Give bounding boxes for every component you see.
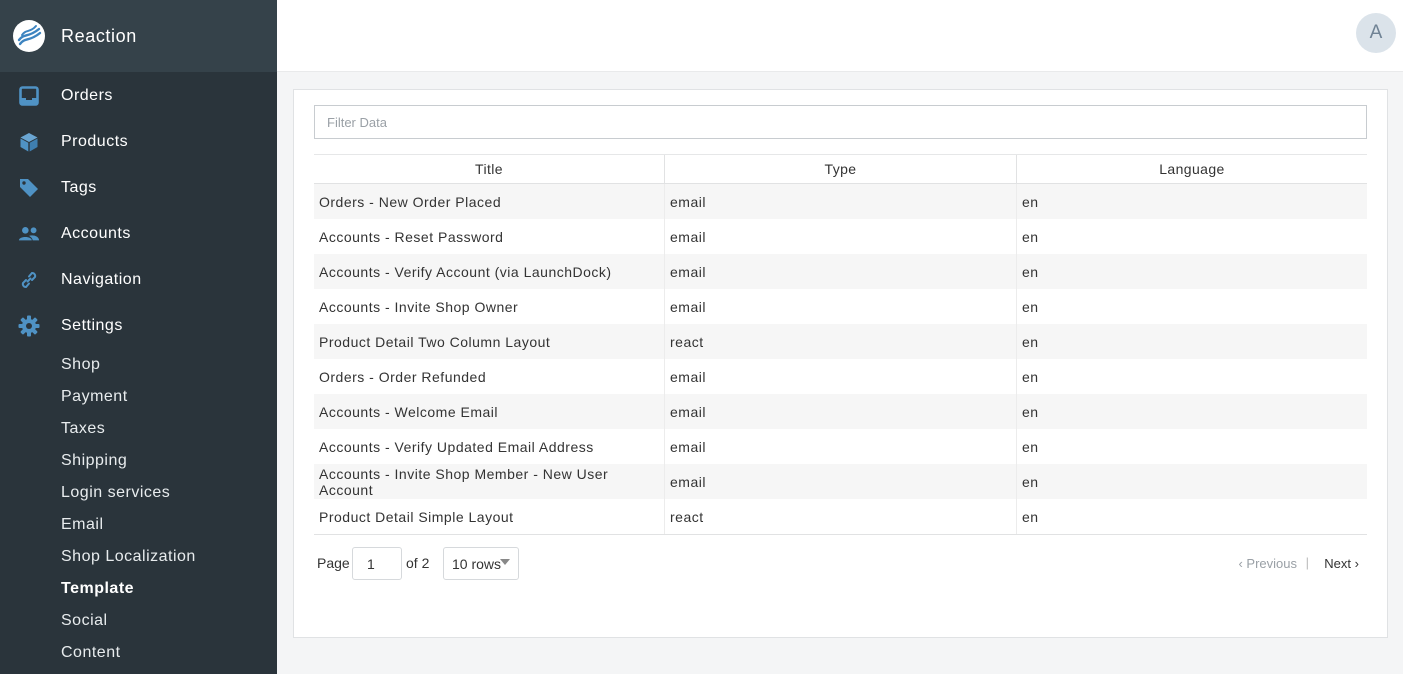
cell-language: en bbox=[1022, 368, 1039, 385]
cell-title: Accounts - Invite Shop Owner bbox=[314, 289, 665, 324]
settings-item-email[interactable]: Email bbox=[61, 516, 104, 534]
cell-type: email bbox=[665, 429, 1017, 464]
cell-title: Accounts - Verify Account (via LaunchDoc… bbox=[314, 254, 665, 289]
cell-title: Accounts - Verify Updated Email Address bbox=[314, 429, 665, 464]
sidebar-item-label: Orders bbox=[61, 87, 113, 104]
inbox-icon bbox=[18, 85, 40, 107]
cell-type: email bbox=[665, 394, 1017, 429]
cell-title: Product Detail Simple Layout bbox=[314, 499, 665, 534]
sidebar-item-label: Navigation bbox=[61, 271, 142, 288]
settings-item-social[interactable]: Social bbox=[61, 612, 108, 630]
table-row[interactable]: Orders - New Order Placed email en bbox=[314, 184, 1367, 219]
settings-item-shop[interactable]: Shop bbox=[61, 356, 100, 374]
settings-item-taxes[interactable]: Taxes bbox=[61, 420, 105, 438]
next-label: Next bbox=[1324, 556, 1352, 571]
gear-icon bbox=[18, 315, 40, 337]
rows-per-page-value: 10 rows bbox=[452, 555, 502, 572]
sidebar-item-label: Products bbox=[61, 133, 129, 150]
cell-language: en bbox=[1022, 228, 1039, 245]
templates-table: Title Type Language Orders - New Order P… bbox=[314, 154, 1367, 535]
cell-language: en bbox=[1022, 508, 1039, 525]
table-row[interactable]: Accounts - Verify Updated Email Address e… bbox=[314, 429, 1367, 464]
sidebar-item-label: Settings bbox=[61, 317, 123, 334]
table-row[interactable]: Accounts - Verify Account (via LaunchDoc… bbox=[314, 254, 1367, 289]
caret-down-icon bbox=[500, 559, 510, 565]
page-total-label: of 2 bbox=[406, 555, 430, 571]
cell-type: email bbox=[665, 254, 1017, 289]
table-row[interactable]: Product Detail Two Column Layout react en bbox=[314, 324, 1367, 359]
cell-title: Orders - New Order Placed bbox=[314, 184, 665, 219]
chevron-left-icon: ‹ bbox=[1238, 556, 1243, 571]
sidebar-item-label: Tags bbox=[61, 179, 97, 196]
avatar[interactable]: A bbox=[1356, 13, 1396, 53]
settings-item-login-services[interactable]: Login services bbox=[61, 484, 170, 502]
users-icon bbox=[18, 223, 40, 245]
reaction-logo-icon bbox=[13, 20, 45, 52]
column-header-type[interactable]: Type bbox=[665, 155, 1017, 183]
cell-title: Accounts - Welcome Email bbox=[314, 394, 665, 429]
sidebar-item-orders[interactable]: Orders bbox=[0, 73, 277, 119]
table-row[interactable]: Accounts - Invite Shop Owner email en bbox=[314, 289, 1367, 324]
cell-language: en bbox=[1022, 473, 1039, 490]
cell-title: Product Detail Two Column Layout bbox=[314, 324, 665, 359]
settings-item-content[interactable]: Content bbox=[61, 644, 121, 662]
cell-language: en bbox=[1022, 263, 1039, 280]
previous-page-button[interactable]: ‹ Previous bbox=[1238, 556, 1297, 571]
column-header-language[interactable]: Language bbox=[1017, 155, 1367, 183]
settings-item-shop-localization[interactable]: Shop Localization bbox=[61, 548, 196, 566]
cell-type: email bbox=[665, 464, 1017, 499]
next-page-button[interactable]: Next › bbox=[1324, 556, 1359, 571]
sidebar-item-navigation[interactable]: Navigation bbox=[0, 257, 277, 303]
rows-per-page-select[interactable]: 10 rows bbox=[443, 547, 519, 580]
sidebar: Reaction Orders Products Tags Accounts N… bbox=[0, 0, 277, 674]
sidebar-item-tags[interactable]: Tags bbox=[0, 165, 277, 211]
settings-item-shipping[interactable]: Shipping bbox=[61, 452, 127, 470]
cell-title: Orders - Order Refunded bbox=[314, 359, 665, 394]
cell-type: email bbox=[665, 184, 1017, 219]
cell-type: react bbox=[665, 324, 1017, 359]
pagination: Page of 2 10 rows ‹ Previous | Next › bbox=[314, 547, 1367, 580]
cube-icon bbox=[18, 131, 40, 153]
top-bar: A bbox=[277, 0, 1403, 72]
brand-name: Reaction bbox=[61, 25, 137, 46]
brand-header[interactable]: Reaction bbox=[0, 0, 277, 72]
column-header-title[interactable]: Title bbox=[314, 155, 665, 183]
table-row[interactable]: Product Detail Simple Layout react en bbox=[314, 499, 1367, 534]
settings-item-template[interactable]: Template bbox=[61, 580, 134, 598]
pagination-separator: | bbox=[1305, 555, 1309, 570]
cell-type: email bbox=[665, 289, 1017, 324]
cell-type: email bbox=[665, 219, 1017, 254]
cell-type: react bbox=[665, 499, 1017, 534]
cell-language: en bbox=[1022, 298, 1039, 315]
filter-input[interactable] bbox=[314, 105, 1367, 139]
sidebar-item-settings[interactable]: Settings bbox=[0, 303, 277, 349]
link-icon bbox=[18, 269, 40, 291]
cell-language: en bbox=[1022, 333, 1039, 350]
tag-icon bbox=[18, 177, 40, 199]
sidebar-item-products[interactable]: Products bbox=[0, 119, 277, 165]
cell-language: en bbox=[1022, 438, 1039, 455]
chevron-right-icon: › bbox=[1354, 556, 1359, 571]
cell-language: en bbox=[1022, 403, 1039, 420]
table-row[interactable]: Accounts - Welcome Email email en bbox=[314, 394, 1367, 429]
sidebar-item-accounts[interactable]: Accounts bbox=[0, 211, 277, 257]
table-header: Title Type Language bbox=[314, 154, 1367, 184]
cell-title: Accounts - Invite Shop Member - New User… bbox=[314, 464, 665, 499]
page-number-input[interactable] bbox=[352, 547, 402, 580]
cell-type: email bbox=[665, 359, 1017, 394]
sidebar-item-label: Accounts bbox=[61, 225, 131, 242]
previous-label: Previous bbox=[1246, 556, 1297, 571]
cell-title: Accounts - Reset Password bbox=[314, 219, 665, 254]
cell-language: en bbox=[1022, 193, 1039, 210]
table-row[interactable]: Accounts - Invite Shop Member - New User… bbox=[314, 464, 1367, 499]
settings-item-payment[interactable]: Payment bbox=[61, 388, 128, 406]
table-row[interactable]: Orders - Order Refunded email en bbox=[314, 359, 1367, 394]
table-row[interactable]: Accounts - Reset Password email en bbox=[314, 219, 1367, 254]
page-label: Page bbox=[317, 555, 350, 571]
templates-panel: Title Type Language Orders - New Order P… bbox=[293, 89, 1388, 638]
table-body: Orders - New Order Placed email en Accounts… bbox=[314, 184, 1367, 535]
